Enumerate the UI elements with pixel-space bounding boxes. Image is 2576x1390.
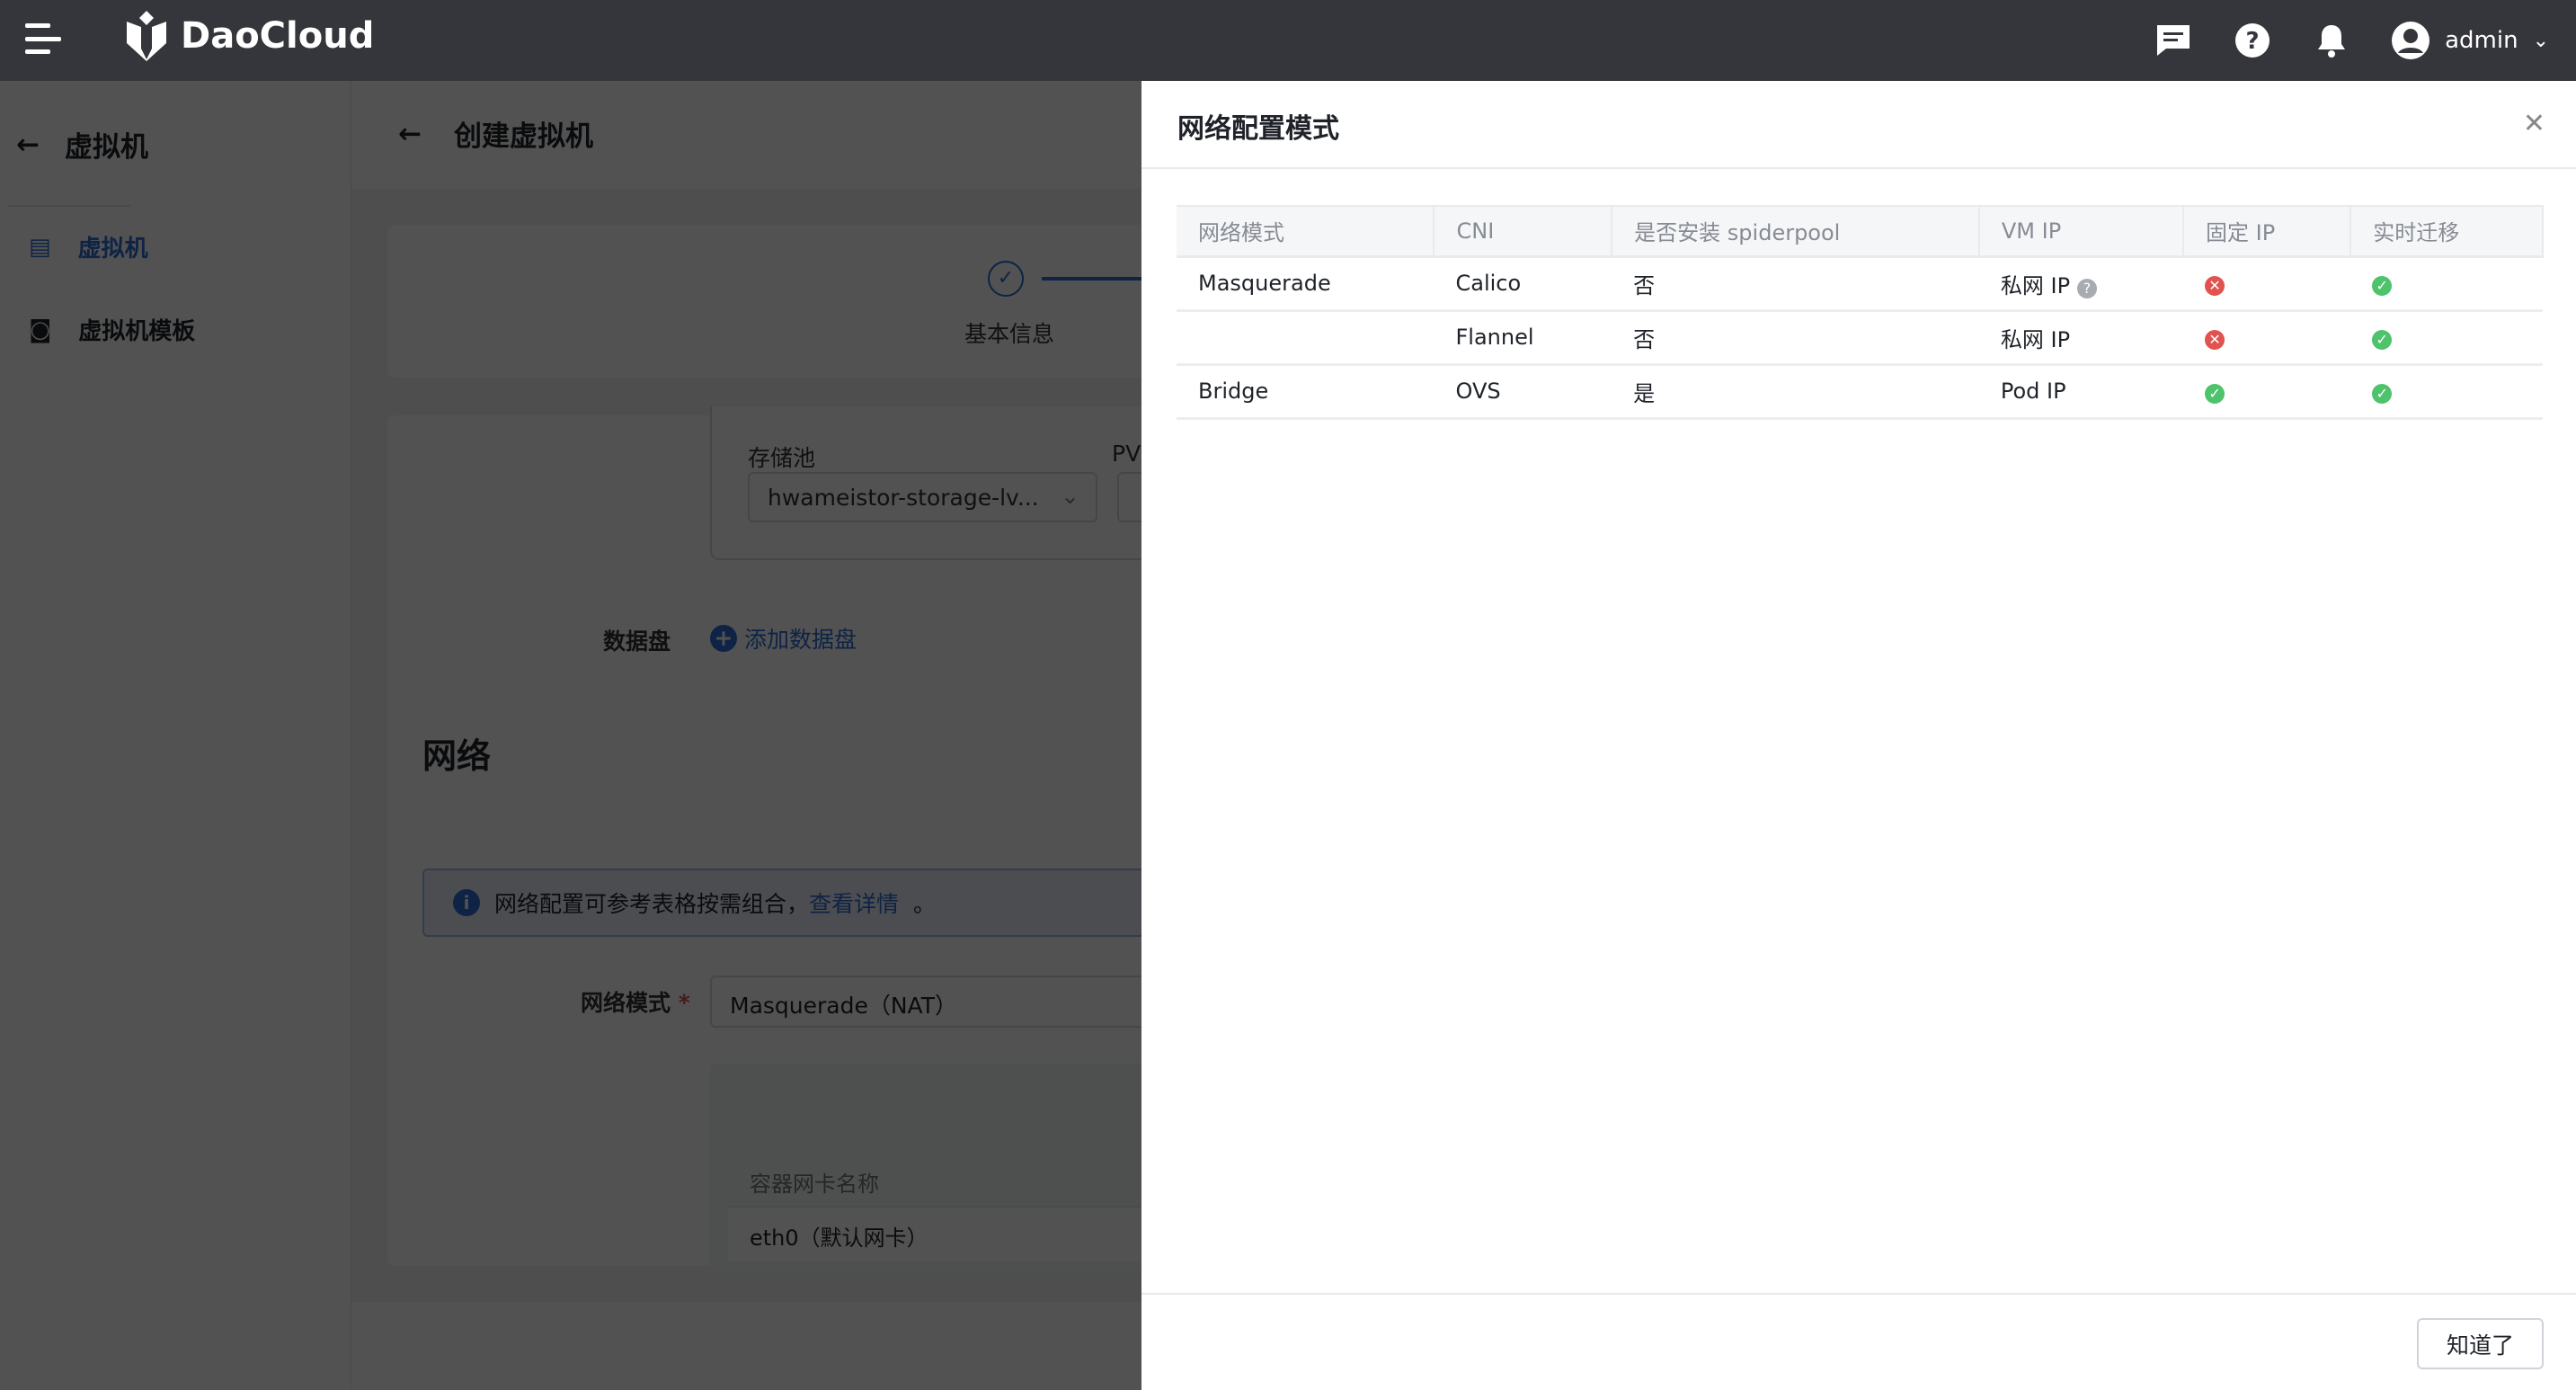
add-data-disk-button[interactable]: + 添加数据盘 bbox=[710, 622, 857, 655]
got-it-button[interactable]: 知道了 bbox=[2417, 1318, 2544, 1369]
cell-fixed_ip: ✕ bbox=[2183, 256, 2351, 312]
sidebar-item-label: 虚拟机 bbox=[77, 236, 148, 263]
cell-cni: Flannel bbox=[1434, 310, 1612, 366]
chevron-down-icon: ⌄ bbox=[1061, 483, 1079, 509]
cell-mode: Masquerade bbox=[1177, 256, 1435, 312]
daocloud-logo-icon bbox=[127, 11, 166, 61]
sidebar-item-label: 虚拟机模板 bbox=[78, 318, 196, 345]
check-circle-icon: ✓ bbox=[2372, 384, 2393, 404]
username: admin bbox=[2445, 27, 2518, 54]
table-row: Masquerade Calico 否私网 IP? ✕ ✓ bbox=[1177, 256, 2543, 312]
column-header: 固定 IP bbox=[2183, 205, 2352, 258]
back-arrow-icon[interactable]: ← bbox=[16, 129, 40, 161]
storage-pool-select[interactable]: hwameistor-storage-lv... ⌄ bbox=[748, 472, 1097, 522]
error-circle-icon: ✕ bbox=[2205, 330, 2225, 350]
brand-name: DaoCloud bbox=[181, 15, 375, 57]
column-header: 实时迁移 bbox=[2350, 205, 2544, 258]
sidebar-item-vm[interactable]: ▤ 虚拟机 bbox=[29, 230, 148, 263]
column-header: 网络模式 bbox=[1177, 205, 1435, 258]
avatar-icon bbox=[2392, 22, 2430, 59]
cell-spiderpool: 是 bbox=[1612, 364, 1979, 420]
check-circle-icon: ✓ bbox=[2372, 276, 2393, 296]
table-row: Flannel 否私网 IP ✕ ✓ bbox=[1177, 310, 2543, 366]
top-bar: DaoCloud ? admin ⌄ bbox=[0, 0, 2576, 81]
divider bbox=[7, 205, 130, 207]
message-icon[interactable] bbox=[2154, 21, 2193, 60]
storage-pool-label: 存储池 bbox=[748, 445, 816, 471]
info-icon: i bbox=[453, 889, 480, 916]
menu-icon[interactable] bbox=[25, 23, 61, 54]
cell-spiderpool: 否 bbox=[1612, 310, 1979, 366]
table-row: Bridge OVS 是 Pod IP ✓ ✓ bbox=[1177, 364, 2543, 420]
cell-fixed_ip: ✓ bbox=[2183, 364, 2351, 420]
help-icon[interactable]: ? bbox=[2077, 278, 2098, 298]
cell-live_migration: ✓ bbox=[2350, 364, 2543, 420]
step-label: 基本信息 bbox=[964, 321, 1055, 347]
step-check-icon: ✓ bbox=[988, 261, 1024, 297]
sidebar: ← 虚拟机 ▤ 虚拟机 ◙ 虚拟机模板 bbox=[0, 81, 351, 1390]
divider bbox=[1141, 167, 2576, 169]
cell-live_migration: ✓ bbox=[2350, 256, 2543, 312]
help-icon[interactable]: ? bbox=[2233, 21, 2272, 60]
info-text: 网络配置可参考表格按需组合， bbox=[494, 891, 810, 917]
network-mode-label: 网络模式 * bbox=[581, 990, 690, 1016]
vm-icon: ▤ bbox=[29, 233, 51, 261]
error-circle-icon: ✕ bbox=[2205, 276, 2225, 296]
chevron-down-icon: ⌄ bbox=[2532, 29, 2549, 52]
network-mode-table: 网络模式 CNI 是否安装 spiderpool VM IP 固定 IP 实时迁移 Mas… bbox=[1177, 205, 2544, 420]
cell-cni: OVS bbox=[1434, 364, 1612, 420]
cell-mode: Bridge bbox=[1177, 364, 1435, 420]
logo[interactable]: DaoCloud bbox=[121, 9, 374, 63]
network-heading: 网络 bbox=[422, 736, 492, 776]
drawer-title: 网络配置模式 bbox=[1177, 113, 1339, 145]
cell-vmip: 私网 IP? bbox=[1978, 256, 2184, 312]
sidebar-title: 虚拟机 bbox=[64, 131, 148, 164]
view-details-link[interactable]: 查看详情 bbox=[809, 887, 899, 919]
info-end: 。 bbox=[913, 891, 937, 917]
svg-text:?: ? bbox=[2246, 28, 2260, 55]
column-header: VM IP bbox=[1978, 205, 2185, 258]
data-disk-label: 数据盘 bbox=[603, 628, 671, 655]
cell-fixed_ip: ✕ bbox=[2183, 310, 2351, 366]
cell-vmip: Pod IP bbox=[1978, 364, 2184, 420]
network-mode-drawer: 网络配置模式 ✕ 网络模式 CNI 是否安装 spiderpool VM IP 固定 I… bbox=[1141, 81, 2576, 1390]
column-header: CNI bbox=[1434, 205, 1613, 258]
divider bbox=[1141, 1293, 2576, 1295]
cell-spiderpool: 否 bbox=[1612, 256, 1979, 312]
user-menu[interactable]: admin ⌄ bbox=[2391, 21, 2549, 60]
template-icon: ◙ bbox=[29, 316, 52, 343]
pv-label: PV bbox=[1112, 441, 1141, 467]
close-icon[interactable]: ✕ bbox=[2523, 108, 2545, 139]
page-title: 创建虚拟机 bbox=[453, 120, 593, 153]
sidebar-item-vm-template[interactable]: ◙ 虚拟机模板 bbox=[29, 313, 195, 346]
check-circle-icon: ✓ bbox=[2205, 384, 2225, 404]
column-header: 是否安装 spiderpool bbox=[1612, 205, 1980, 258]
cell-live_migration: ✓ bbox=[2350, 310, 2543, 366]
back-arrow-icon[interactable]: ← bbox=[398, 118, 422, 150]
bell-icon[interactable] bbox=[2312, 21, 2351, 60]
cell-cni: Calico bbox=[1434, 256, 1612, 312]
cell-vmip: 私网 IP bbox=[1978, 310, 2184, 366]
plus-circle-icon: + bbox=[710, 625, 737, 652]
check-circle-icon: ✓ bbox=[2372, 330, 2393, 350]
cell-mode bbox=[1177, 310, 1435, 366]
